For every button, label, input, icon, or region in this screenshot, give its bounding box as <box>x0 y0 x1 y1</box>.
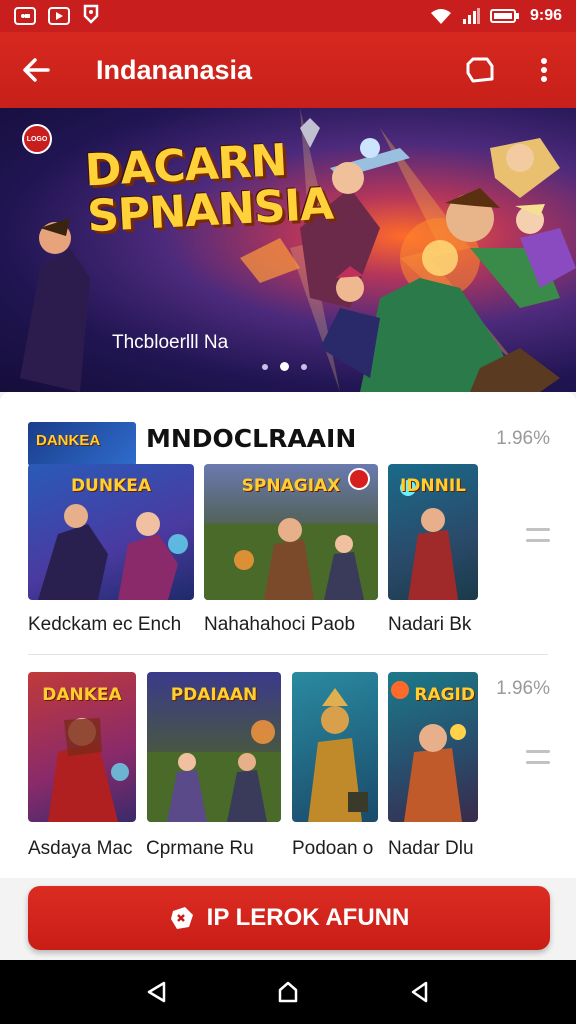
tile-banner: DANKEA <box>42 684 122 705</box>
status-left-icons <box>14 4 100 29</box>
hero-subtitle: Thcbloerlll Na <box>112 332 229 353</box>
more-options-button[interactable] <box>512 32 576 108</box>
tile-banner: IDNNIL <box>399 475 467 496</box>
wifi-icon <box>430 9 451 24</box>
nav-back-button[interactable] <box>136 972 176 1012</box>
section2-side-value: 1.96% <box>496 678 550 699</box>
home-nav-icon <box>278 981 298 1003</box>
section-thumbnail[interactable]: DANKEA <box>28 422 136 466</box>
game-tile[interactable]: SPNAGIAX <box>204 464 378 600</box>
tile-label[interactable]: Kedckam ec Ench <box>28 614 181 636</box>
nav-home-button[interactable] <box>268 972 308 1012</box>
primary-action-button[interactable]: IP LEROK AFUNN <box>28 886 550 950</box>
status-right: 9:96 <box>430 7 562 25</box>
hero-logo-badge: LOGO <box>22 124 52 154</box>
app-bar: Indananasia <box>0 32 576 108</box>
status-bar: 9:96 <box>0 0 576 32</box>
back-nav-icon <box>147 981 166 1003</box>
tile-banner: RAGID <box>414 684 475 705</box>
tile-label[interactable]: Nadar Dlu <box>388 838 474 860</box>
app-bar-title: Indananasia <box>96 54 253 85</box>
section-title: MNDOCLRAAIN <box>146 424 357 453</box>
tag-icon <box>466 57 494 83</box>
tile-label[interactable]: Asdaya Mac <box>28 838 133 860</box>
game-tile[interactable]: DANKEA <box>28 672 136 822</box>
carousel-dot[interactable] <box>262 363 268 370</box>
drag-handle-icon[interactable] <box>526 750 550 764</box>
nav-recents-button[interactable] <box>400 972 440 1012</box>
tile-label[interactable]: Nahahahoci Paob <box>204 614 355 636</box>
status-time: 9:96 <box>529 7 562 24</box>
recents-nav-icon <box>411 981 428 1003</box>
game-tile[interactable]: PDAIAAN <box>147 672 281 822</box>
section1-side-value: 1.96% <box>496 428 550 449</box>
video-icon <box>48 7 70 25</box>
carousel-indicator[interactable] <box>262 362 307 371</box>
game-tile[interactable] <box>292 672 378 822</box>
primary-action-label: IP LEROK AFUNN <box>206 904 410 931</box>
game-tile[interactable]: RAGID <box>388 672 478 822</box>
system-nav-bar <box>0 960 576 1024</box>
battery-icon <box>489 9 519 23</box>
section-thumbnail-text: DANKEA <box>36 432 101 449</box>
section-divider <box>28 654 548 655</box>
gamepad-icon <box>170 907 193 929</box>
gallery-icon <box>14 7 36 25</box>
carousel-dot-active[interactable] <box>280 362 289 371</box>
tile-art <box>308 688 368 822</box>
hero-title: DACARN SPNANSIA <box>84 135 335 242</box>
carousel-dot[interactable] <box>301 363 307 370</box>
tile-label[interactable]: Cprmane Ru <box>146 838 254 860</box>
hero-banner[interactable]: LOGO DACARN SPNANSIA Thcbloerlll Na <box>0 108 576 392</box>
back-button[interactable] <box>0 32 72 108</box>
tile-badge-icon <box>348 468 370 490</box>
tile-banner: SPNAGIAX <box>241 475 341 496</box>
cast-icon <box>82 4 100 29</box>
game-tile[interactable]: IDNNIL <box>388 464 478 600</box>
tile-banner: DUNKEA <box>70 475 152 496</box>
signal-icon <box>462 8 480 24</box>
arrow-back-icon <box>23 58 50 82</box>
drag-handle-icon[interactable] <box>526 528 550 542</box>
tag-button[interactable] <box>448 32 512 108</box>
tile-label[interactable]: Nadari Bk <box>388 614 471 636</box>
tile-label[interactable]: Podoan o <box>292 838 373 860</box>
tile-banner: PDAIAAN <box>170 684 258 705</box>
more-vert-icon <box>541 58 547 82</box>
game-tile[interactable]: DUNKEA <box>28 464 194 600</box>
